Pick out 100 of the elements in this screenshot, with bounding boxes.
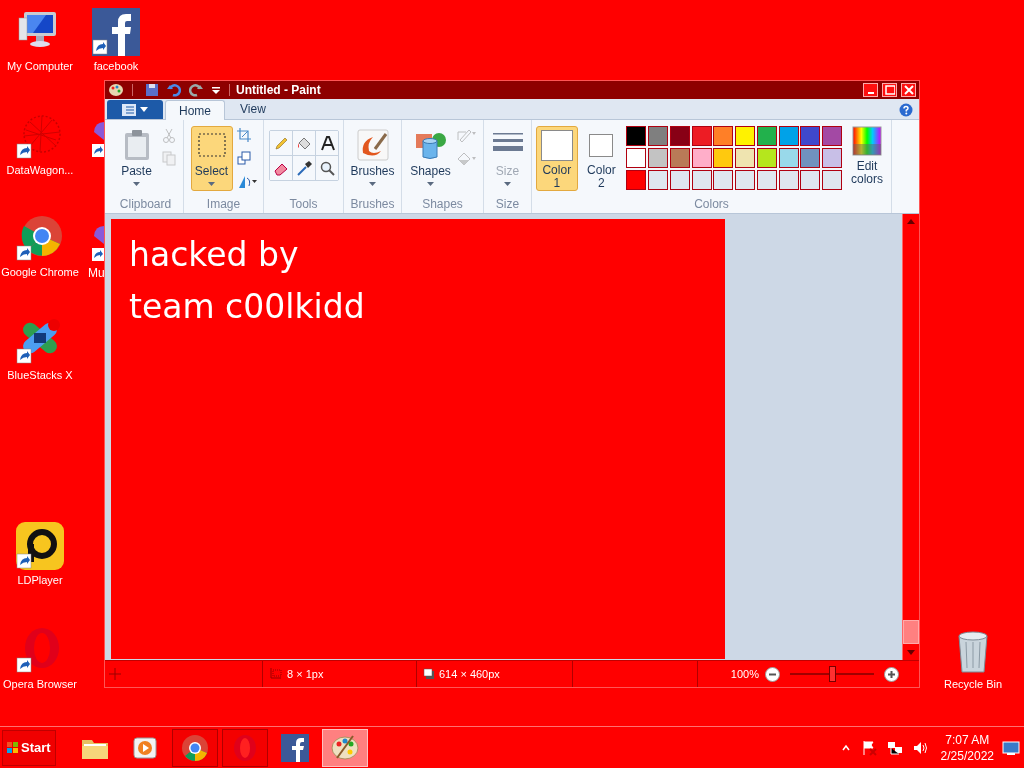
icon-label[interactable]: LDPlayer — [17, 573, 63, 587]
app-menu-button[interactable] — [107, 100, 163, 119]
palette-swatch[interactable] — [647, 170, 668, 190]
zoom-level: 100% — [730, 666, 759, 682]
palette-swatch[interactable] — [626, 170, 647, 190]
window-title: Untitled - Paint — [236, 82, 321, 99]
palette-swatch[interactable] — [735, 170, 756, 190]
ld-app-icon[interactable] — [16, 522, 64, 570]
ribbon-tab[interactable]: Home — [165, 100, 225, 120]
palette-swatch[interactable] — [691, 170, 712, 190]
tool-button[interactable]: Select — [190, 126, 233, 191]
slider-thumb[interactable] — [829, 666, 836, 682]
palette-swatch[interactable] — [778, 148, 799, 168]
palette-swatch[interactable] — [756, 148, 777, 168]
group-label: Shapes — [421, 196, 464, 213]
icon-label[interactable]: My Computer — [7, 59, 73, 73]
palette-swatch[interactable] — [647, 148, 668, 168]
close-button[interactable] — [901, 83, 916, 97]
resize-icon[interactable] — [236, 151, 251, 166]
palette-icon[interactable] — [108, 83, 124, 97]
text-tool-icon[interactable] — [318, 135, 335, 151]
canvas-size: 614 × 460px — [439, 666, 500, 682]
palette-swatch[interactable] — [822, 126, 843, 146]
palette-swatch[interactable] — [669, 170, 690, 190]
color-button[interactable]: Color 2 — [580, 126, 623, 191]
color-spectrum-icon — [852, 126, 882, 156]
icon-label[interactable]: Mu — [88, 264, 105, 282]
palette-swatch[interactable] — [626, 148, 647, 168]
group-label: Tools — [288, 196, 319, 213]
palette-swatch[interactable] — [756, 126, 777, 146]
palette-swatch[interactable] — [756, 170, 777, 190]
tool-button[interactable]: Brushes — [351, 126, 394, 191]
paint-bucket-icon[interactable] — [295, 135, 312, 151]
scroll-thumb[interactable] — [903, 620, 919, 644]
palette-swatch[interactable] — [800, 170, 821, 190]
selection-size: 8 × 1px — [287, 666, 324, 682]
crop-icon[interactable] — [236, 128, 251, 143]
zoom-in-icon[interactable] — [884, 666, 899, 682]
drawing-canvas[interactable]: hacked by team c00lkidd — [111, 219, 725, 659]
icon-label[interactable]: facebook — [93, 59, 139, 73]
palette-swatch[interactable] — [647, 126, 668, 146]
flag-icon[interactable] — [860, 739, 877, 756]
icon-label[interactable]: Recycle Bin — [943, 677, 1003, 691]
color-button[interactable]: Color 1 — [536, 126, 578, 191]
palette-swatch[interactable] — [691, 126, 712, 146]
chevron-up-icon[interactable] — [840, 742, 851, 753]
maximize-button[interactable] — [882, 83, 897, 97]
icon-label[interactable]: BlueStacks X — [7, 368, 73, 382]
tool-button[interactable]: Paste — [115, 126, 158, 191]
rotate-icon[interactable] — [236, 174, 257, 189]
caret-icon — [427, 182, 434, 186]
start-button[interactable]: Start — [2, 729, 56, 766]
taskbar-button[interactable] — [171, 728, 218, 767]
minimize-button[interactable] — [863, 83, 878, 97]
dropdown-icon[interactable] — [211, 85, 221, 95]
close-icon — [903, 85, 914, 95]
caret-icon — [133, 182, 140, 186]
color-picker-icon[interactable] — [295, 160, 312, 176]
clock[interactable]: 7:07 AM 2/25/2022 — [940, 731, 994, 764]
tool-button[interactable]: Shapes — [409, 126, 452, 191]
palette-swatch[interactable] — [713, 148, 734, 168]
palette-swatch[interactable] — [822, 148, 843, 168]
redo-icon[interactable] — [189, 83, 203, 97]
brush-icon[interactable] — [356, 129, 389, 161]
group-label: Brushes — [349, 196, 396, 213]
palette-swatch[interactable] — [669, 126, 690, 146]
ribbon-tab[interactable]: View — [227, 99, 279, 119]
chrome-ball-icon[interactable] — [16, 214, 64, 262]
zoom-out-icon[interactable] — [765, 666, 780, 682]
palette-swatch[interactable] — [669, 148, 690, 168]
save-icon[interactable] — [145, 83, 159, 97]
f-logo-icon[interactable] — [92, 8, 140, 56]
pencil-icon[interactable] — [272, 135, 289, 151]
palette-swatch[interactable] — [626, 126, 647, 146]
palette-swatch[interactable] — [691, 148, 712, 168]
edit-colors-button[interactable]: Edit colors — [847, 126, 887, 186]
network-icon[interactable] — [886, 739, 903, 756]
palette-swatch[interactable] — [800, 148, 821, 168]
canvas-text: team c00lkidd — [129, 286, 366, 328]
palette-swatch[interactable] — [713, 126, 734, 146]
undo-icon[interactable] — [167, 83, 181, 97]
palette-swatch[interactable] — [800, 126, 821, 146]
monitor-icon[interactable] — [1002, 739, 1020, 756]
group-label: Image — [205, 196, 242, 213]
palette-swatch[interactable] — [735, 126, 756, 146]
icon-label[interactable]: DataWagon... — [6, 163, 74, 177]
magnifier-icon[interactable] — [318, 160, 335, 176]
caret-icon — [504, 182, 511, 186]
palette-swatch[interactable] — [822, 170, 843, 190]
palette-swatch[interactable] — [713, 170, 734, 190]
icon-label[interactable]: Google Chrome — [1, 265, 79, 279]
palette-swatch[interactable] — [735, 148, 756, 168]
icon-label[interactable]: Opera Browser — [3, 677, 77, 691]
help-icon[interactable] — [899, 103, 913, 117]
palette-swatch[interactable] — [778, 170, 799, 190]
network-ball-icon[interactable] — [16, 112, 64, 160]
zoom-slider[interactable] — [790, 666, 874, 682]
palette-swatch[interactable] — [778, 126, 799, 146]
caret-icon — [140, 106, 148, 113]
scrollbar[interactable] — [902, 214, 919, 660]
